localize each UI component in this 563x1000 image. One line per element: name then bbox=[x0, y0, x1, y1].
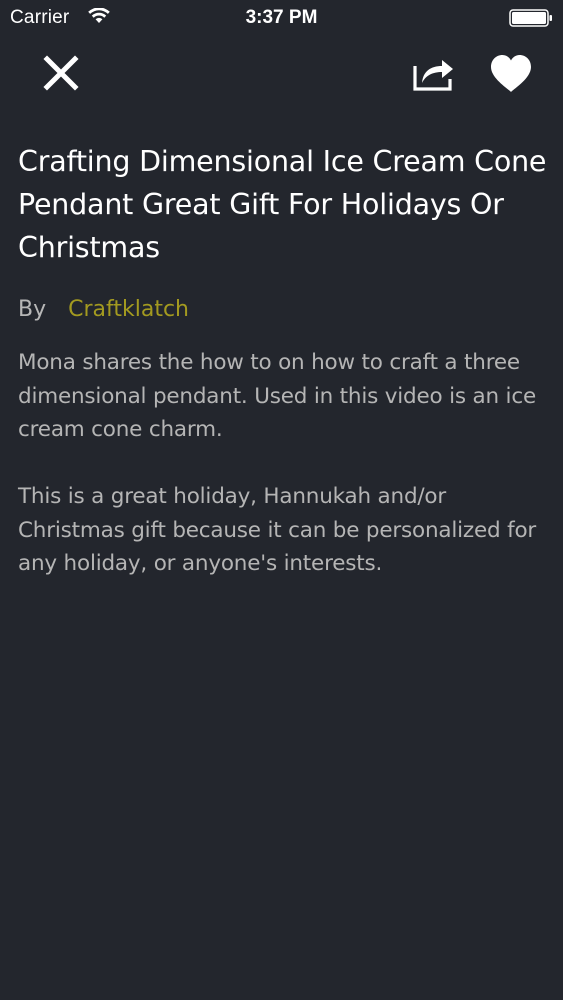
article-title: Crafting Dimensional Ice Cream Cone Pend… bbox=[18, 145, 547, 264]
by-label: By bbox=[18, 297, 47, 322]
app-screen: Carrier 3:37 PM Crafting Dimensional Ice… bbox=[0, 0, 563, 1000]
byline: By Craftklatch bbox=[18, 294, 548, 326]
favorite-button[interactable] bbox=[483, 50, 539, 98]
description-paragraph: Mona shares the how to on how to craft a… bbox=[18, 350, 536, 442]
description-paragraph: This is a great holiday, Hannukah and/or… bbox=[18, 484, 537, 576]
heart-icon bbox=[483, 50, 539, 98]
share-button[interactable] bbox=[405, 52, 461, 96]
clock-time: 3:37 PM bbox=[245, 7, 318, 28]
nav-bar bbox=[0, 38, 563, 110]
article-content: Crafting Dimensional Ice Cream Cone Pend… bbox=[18, 140, 548, 581]
status-bar: Carrier 3:37 PM bbox=[0, 0, 563, 38]
share-icon bbox=[405, 52, 461, 96]
author-link[interactable]: Craftklatch bbox=[68, 297, 189, 322]
battery-icon bbox=[509, 9, 553, 27]
article-description: Mona shares the how to on how to craft a… bbox=[18, 346, 548, 581]
close-button[interactable] bbox=[36, 52, 86, 96]
close-icon bbox=[36, 52, 86, 96]
